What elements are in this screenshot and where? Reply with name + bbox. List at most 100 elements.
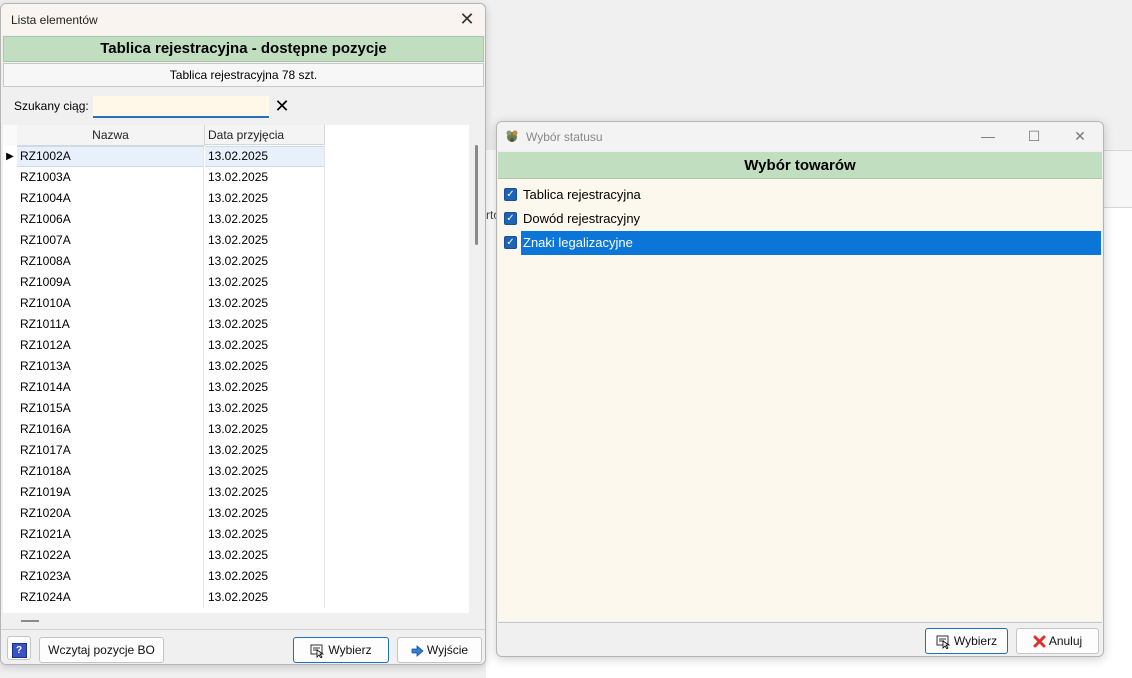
cell-data-przyjecia[interactable]: 13.02.2025 [205, 230, 325, 251]
table-row[interactable]: RZ1009A 13.02.2025 [3, 272, 325, 293]
checklist-item[interactable]: ✓ Znaki legalizacyjne [498, 231, 1102, 255]
maximize-icon[interactable]: ☐ [1019, 126, 1049, 146]
cell-data-przyjecia[interactable]: 13.02.2025 [205, 272, 325, 293]
cell-data-przyjecia[interactable]: 13.02.2025 [205, 251, 325, 272]
checkbox[interactable]: ✓ [504, 188, 517, 201]
cell-nazwa[interactable]: RZ1012A [17, 335, 204, 356]
checklist-item[interactable]: ✓ Tablica rejestracyjna [498, 183, 1102, 207]
cell-nazwa[interactable]: RZ1015A [17, 398, 204, 419]
cell-data-przyjecia[interactable]: 13.02.2025 [205, 524, 325, 545]
close-icon[interactable]: ✕ [455, 8, 479, 30]
cell-data-przyjecia[interactable]: 13.02.2025 [205, 188, 325, 209]
cell-data-przyjecia[interactable]: 13.02.2025 [205, 440, 325, 461]
cell-nazwa[interactable]: RZ1003A [17, 167, 204, 188]
horizontal-scroll-thumb[interactable] [21, 620, 39, 622]
cell-nazwa[interactable]: RZ1008A [17, 251, 204, 272]
window-titlebar[interactable]: Wybór statusu — ☐ ✕ [497, 122, 1103, 151]
column-header-data-przyjecia[interactable]: Data przyjęcia [205, 125, 325, 145]
table-row[interactable]: RZ1003A 13.02.2025 [3, 167, 325, 188]
window-titlebar[interactable]: Lista elementów ✕ [1, 4, 485, 35]
table-row[interactable]: RZ1014A 13.02.2025 [3, 377, 325, 398]
checkbox[interactable]: ✓ [504, 236, 517, 249]
cell-nazwa[interactable]: RZ1023A [17, 566, 204, 587]
row-indicator [3, 272, 17, 293]
cell-data-przyjecia[interactable]: 13.02.2025 [205, 314, 325, 335]
table-row[interactable]: RZ1022A 13.02.2025 [3, 545, 325, 566]
cell-nazwa[interactable]: RZ1004A [17, 188, 204, 209]
table-row[interactable]: RZ1024A 13.02.2025 [3, 587, 325, 608]
cancel-button[interactable]: Anuluj [1016, 628, 1099, 654]
table-row[interactable]: RZ1008A 13.02.2025 [3, 251, 325, 272]
checklist-item[interactable]: ✓ Dowód rejestracyjny [498, 207, 1102, 231]
cell-data-przyjecia[interactable]: 13.02.2025 [205, 377, 325, 398]
cell-nazwa[interactable]: RZ1002A [17, 146, 204, 167]
cell-nazwa[interactable]: RZ1022A [17, 545, 204, 566]
horizontal-scrollbar[interactable] [3, 613, 469, 629]
cell-data-przyjecia[interactable]: 13.02.2025 [205, 566, 325, 587]
exit-button[interactable]: Wyjście [397, 637, 482, 663]
cell-nazwa[interactable]: RZ1017A [17, 440, 204, 461]
select-button[interactable]: Wybierz [293, 637, 389, 663]
table-row[interactable]: RZ1006A 13.02.2025 [3, 209, 325, 230]
table-row[interactable]: RZ1004A 13.02.2025 [3, 188, 325, 209]
load-bo-button[interactable]: Wczytaj pozycje BO [39, 637, 164, 663]
window-footer: Wybierz Anuluj [498, 622, 1102, 656]
row-indicator [3, 251, 17, 272]
checkbox[interactable]: ✓ [504, 212, 517, 225]
table-row[interactable]: RZ1010A 13.02.2025 [3, 293, 325, 314]
table-row[interactable]: ▶ RZ1002A 13.02.2025 [3, 146, 325, 167]
clear-search-icon[interactable]: ✕ [273, 96, 291, 116]
help-button[interactable]: ? [7, 636, 31, 660]
cell-nazwa[interactable]: RZ1016A [17, 419, 204, 440]
cell-data-przyjecia[interactable]: 13.02.2025 [205, 461, 325, 482]
cell-nazwa[interactable]: RZ1011A [17, 314, 204, 335]
column-header-nazwa[interactable]: Nazwa [17, 125, 205, 146]
cell-nazwa[interactable]: RZ1021A [17, 524, 204, 545]
table-row[interactable]: RZ1018A 13.02.2025 [3, 461, 325, 482]
table-row[interactable]: RZ1017A 13.02.2025 [3, 440, 325, 461]
vertical-scrollbar[interactable] [469, 125, 485, 613]
cell-nazwa[interactable]: RZ1010A [17, 293, 204, 314]
cell-data-przyjecia[interactable]: 13.02.2025 [205, 335, 325, 356]
row-indicator [3, 503, 17, 524]
table-row[interactable]: RZ1012A 13.02.2025 [3, 335, 325, 356]
table-row[interactable]: RZ1021A 13.02.2025 [3, 524, 325, 545]
table-row[interactable]: RZ1007A 13.02.2025 [3, 230, 325, 251]
row-indicator [3, 230, 17, 251]
table-row[interactable]: RZ1023A 13.02.2025 [3, 566, 325, 587]
minimize-icon[interactable]: — [973, 126, 1003, 146]
load-bo-label: Wczytaj pozycje BO [48, 643, 155, 657]
table-row[interactable]: RZ1020A 13.02.2025 [3, 503, 325, 524]
cell-data-przyjecia[interactable]: 13.02.2025 [205, 209, 325, 230]
select-button[interactable]: Wybierz [925, 628, 1008, 654]
close-icon[interactable]: ✕ [1065, 126, 1095, 146]
vertical-scroll-thumb[interactable] [475, 145, 478, 245]
table-row[interactable]: RZ1016A 13.02.2025 [3, 419, 325, 440]
cell-nazwa[interactable]: RZ1009A [17, 272, 204, 293]
cell-data-przyjecia[interactable]: 13.02.2025 [205, 587, 325, 608]
table-row[interactable]: RZ1015A 13.02.2025 [3, 398, 325, 419]
cell-nazwa[interactable]: RZ1006A [17, 209, 204, 230]
table-row[interactable]: RZ1013A 13.02.2025 [3, 356, 325, 377]
table-row[interactable]: RZ1011A 13.02.2025 [3, 314, 325, 335]
cell-nazwa[interactable]: RZ1020A [17, 503, 204, 524]
cell-nazwa[interactable]: RZ1013A [17, 356, 204, 377]
cell-data-przyjecia[interactable]: 13.02.2025 [205, 167, 325, 188]
table-row[interactable]: RZ1019A 13.02.2025 [3, 482, 325, 503]
cell-data-przyjecia[interactable]: 13.02.2025 [205, 545, 325, 566]
cell-data-przyjecia[interactable]: 13.02.2025 [205, 356, 325, 377]
cell-nazwa[interactable]: RZ1007A [17, 230, 204, 251]
cell-data-przyjecia[interactable]: 13.02.2025 [205, 419, 325, 440]
cell-data-przyjecia[interactable]: 13.02.2025 [205, 482, 325, 503]
cell-nazwa[interactable]: RZ1019A [17, 482, 204, 503]
cell-data-przyjecia[interactable]: 13.02.2025 [205, 293, 325, 314]
window-title: Wybór statusu [526, 130, 603, 144]
cell-data-przyjecia[interactable]: 13.02.2025 [205, 146, 325, 167]
checklist-item-label: Znaki legalizacyjne [521, 231, 1101, 255]
cell-data-przyjecia[interactable]: 13.02.2025 [205, 503, 325, 524]
cell-nazwa[interactable]: RZ1014A [17, 377, 204, 398]
cell-data-przyjecia[interactable]: 13.02.2025 [205, 398, 325, 419]
cell-nazwa[interactable]: RZ1024A [17, 587, 204, 608]
cell-nazwa[interactable]: RZ1018A [17, 461, 204, 482]
search-input[interactable] [93, 96, 269, 118]
